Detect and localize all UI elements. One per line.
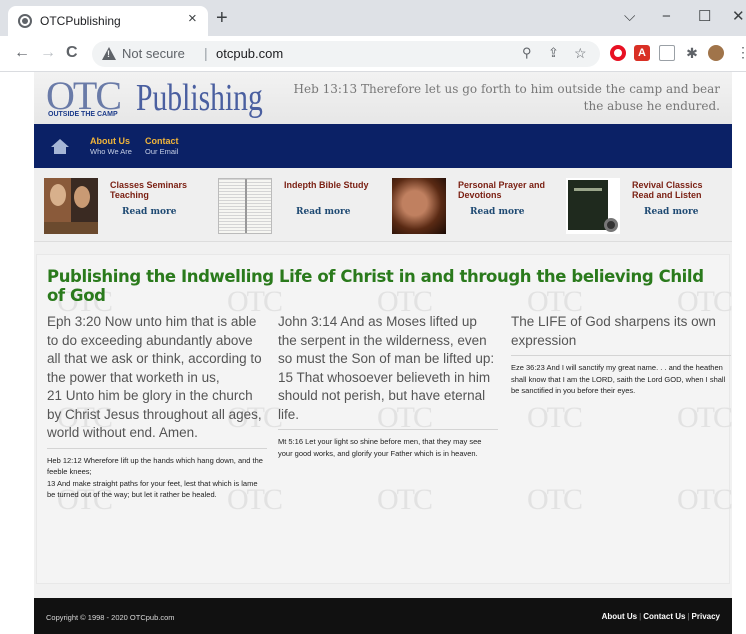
feature-title[interactable]: Indepth Bible Study xyxy=(284,180,376,190)
site-header: OTC OUTSIDE THE CAMP Publishing Heb 13:1… xyxy=(34,72,732,124)
opera-extension-icon[interactable] xyxy=(610,45,626,61)
content-panel: OTC OTC OTC OTC OTC OTC OTC OTC OTC OTC … xyxy=(36,254,733,584)
feature-title[interactable]: Revival Classics Read and Listen xyxy=(632,180,724,200)
site-footer: Copyright © 1998 - 2020 OTCpub.com About… xyxy=(34,598,732,634)
home-icon[interactable] xyxy=(51,139,69,155)
read-more-link[interactable]: Read more xyxy=(470,207,524,217)
watermark-logo: OTC xyxy=(527,483,583,516)
new-tab-button[interactable]: + xyxy=(216,8,228,28)
content-area: OTC OTC OTC OTC OTC OTC OTC OTC OTC OTC … xyxy=(34,242,733,598)
verse-column-1: Eph 3:20 Now unto him that is able to do… xyxy=(47,313,267,501)
page-headline: Publishing the Indwelling Life of Christ… xyxy=(47,267,704,305)
verse-column-2: John 3:14 And as Moses lifted up the ser… xyxy=(278,313,498,459)
site-logo[interactable]: OTC OUTSIDE THE CAMP Publishing xyxy=(44,73,263,124)
bookmark-star-icon[interactable]: ☆ xyxy=(574,45,587,62)
footer-links: About Us | Contact Us | Privacy xyxy=(602,612,720,621)
footer-link-contact-us[interactable]: Contact Us xyxy=(643,612,685,621)
tab-close-icon[interactable]: × xyxy=(188,11,197,27)
watermark-logo: OTC xyxy=(527,401,583,434)
column-main-verse: The LIFE of God sharpens its own express… xyxy=(511,314,716,348)
logo-subtitle: OUTSIDE THE CAMP xyxy=(48,111,118,118)
watermark-logo: OTC xyxy=(377,483,433,516)
address-bar[interactable]: Not secure | otcpub.com ⚲ ⇪ ☆ xyxy=(92,41,600,67)
security-indicator[interactable]: Not secure xyxy=(122,46,185,61)
column-small-verse: Eze 36:23 And I will sanctify my great n… xyxy=(511,363,726,395)
nav-item-title: About Us xyxy=(90,136,130,146)
nav-item-about-us[interactable]: About Us Who We Are xyxy=(90,136,132,157)
web-page: OTC OUTSIDE THE CAMP Publishing Heb 13:1… xyxy=(34,72,733,634)
document-extension-icon[interactable] xyxy=(659,45,675,61)
read-more-link[interactable]: Read more xyxy=(122,207,176,217)
feature-title[interactable]: Personal Prayer and Devotions xyxy=(458,180,550,200)
column-divider xyxy=(278,429,498,430)
feature-image-praying-person[interactable] xyxy=(392,178,446,234)
column-small-verse: Heb 12:12 Wherefore lift up the hands wh… xyxy=(47,455,263,500)
feature-image-portraits[interactable] xyxy=(44,178,98,234)
browser-toolbar: ← → C Not secure | otcpub.com ⚲ ⇪ ☆ A ✱ … xyxy=(0,36,746,72)
column-main-verse: John 3:14 And as Moses lifted up the ser… xyxy=(278,314,495,422)
footer-link-privacy[interactable]: Privacy xyxy=(692,612,720,621)
read-more-link[interactable]: Read more xyxy=(296,207,350,217)
feature-classes: Classes Seminars Teaching Read more xyxy=(34,178,204,234)
watermark-logo: OTC xyxy=(677,483,733,516)
browser-tab-strip: OTCPublishing × + ⌵ − ☐ ✕ xyxy=(0,0,746,36)
header-verse: Heb 13:13 Therefore let us go forth to h… xyxy=(293,82,720,113)
share-icon[interactable]: ⇪ xyxy=(548,45,559,61)
nav-item-subtitle: Our Email xyxy=(145,147,179,156)
browser-tab[interactable]: OTCPublishing × xyxy=(8,6,208,36)
extensions-puzzle-icon[interactable]: ✱ xyxy=(684,45,700,61)
feature-image-book-and-cd[interactable] xyxy=(566,178,620,234)
nav-item-title: Contact xyxy=(145,136,179,146)
footer-link-about-us[interactable]: About Us xyxy=(602,612,638,621)
feature-prayer: Personal Prayer and Devotions Read more xyxy=(382,178,552,234)
logo-publishing-text: Publishing xyxy=(136,77,263,119)
verse-column-3: The LIFE of God sharpens its own express… xyxy=(511,313,731,397)
site-favicon-icon xyxy=(18,14,32,28)
main-navigation: About Us Who We Are Contact Our Email xyxy=(34,124,732,168)
column-small-verse: Mt 5:16 Let your light so shine before m… xyxy=(278,437,482,458)
copyright-text: Copyright © 1998 - 2020 OTCpub.com xyxy=(46,613,175,622)
nav-item-subtitle: Who We Are xyxy=(90,147,132,156)
pdf-extension-icon[interactable]: A xyxy=(634,45,650,61)
back-button[interactable]: ← xyxy=(14,44,30,62)
feature-image-open-bible[interactable] xyxy=(218,178,272,234)
tab-title: OTCPublishing xyxy=(40,14,121,28)
maximize-button[interactable]: ☐ xyxy=(698,8,711,26)
close-window-button[interactable]: ✕ xyxy=(732,8,745,26)
forward-button[interactable]: → xyxy=(40,44,56,62)
watermark-logo: OTC xyxy=(677,401,733,434)
zoom-icon[interactable]: ⚲ xyxy=(522,45,532,61)
profile-avatar[interactable] xyxy=(708,45,724,61)
warning-icon[interactable] xyxy=(102,47,116,60)
tab-search-icon[interactable]: ⌵ xyxy=(624,8,635,26)
url-text[interactable]: otcpub.com xyxy=(216,46,283,61)
feature-strip: Classes Seminars Teaching Read more Inde… xyxy=(34,168,732,242)
feature-revival-classics: Revival Classics Read and Listen Read mo… xyxy=(556,178,726,234)
url-separator: | xyxy=(204,45,208,61)
feature-title[interactable]: Classes Seminars Teaching xyxy=(110,180,202,200)
logo-otc-text: OTC xyxy=(46,73,122,118)
nav-item-contact[interactable]: Contact Our Email xyxy=(145,136,179,157)
column-divider xyxy=(47,447,267,449)
feature-bible-study: Indepth Bible Study Read more xyxy=(208,178,378,234)
minimize-button[interactable]: − xyxy=(662,8,671,26)
column-main-verse: Eph 3:20 Now unto him that is able to do… xyxy=(47,314,262,440)
browser-menu-icon[interactable]: ⋮ xyxy=(736,44,746,60)
reload-button[interactable]: C xyxy=(66,44,78,62)
column-divider xyxy=(511,355,731,356)
read-more-link[interactable]: Read more xyxy=(644,207,698,217)
